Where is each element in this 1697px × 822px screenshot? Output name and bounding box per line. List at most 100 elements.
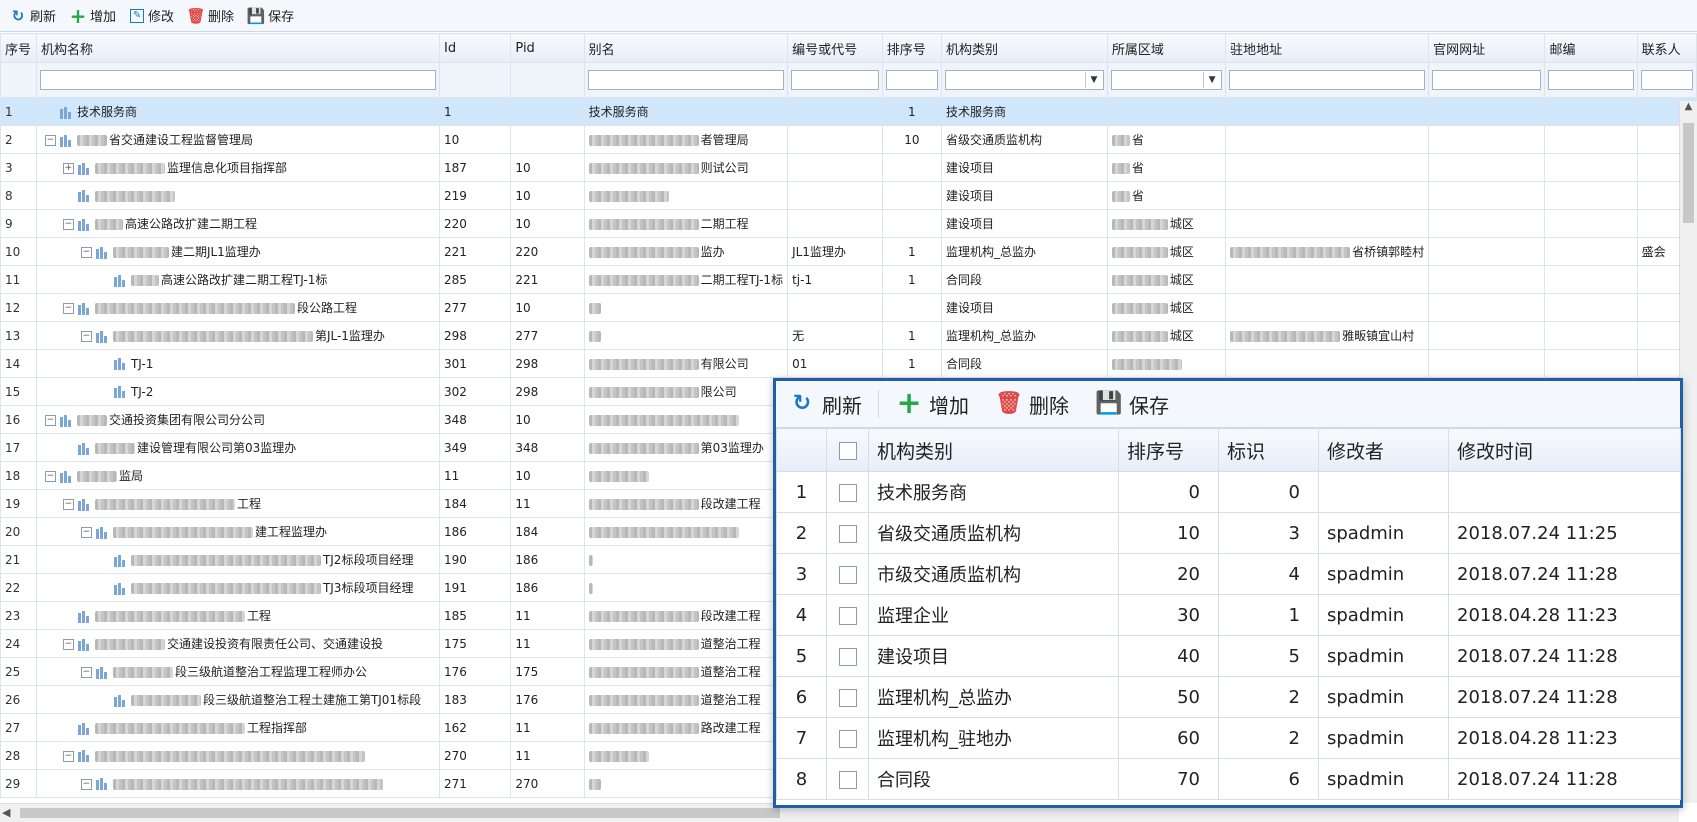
add-label: 增加 (90, 10, 117, 25)
scroll-left-icon[interactable]: ◀ (2, 804, 18, 822)
org-name: 建工程监理办 (254, 525, 327, 539)
table-row[interactable]: 11 高速公路改扩建二期工程TJ-1标 285 221 二期工程TJ-1标 tj-1 1 合同… (0, 265, 1697, 294)
column-header[interactable]: 编号或代号 (787, 33, 883, 63)
alias-filter-input[interactable] (587, 70, 785, 90)
column-header[interactable]: 驻地地址 (1225, 33, 1430, 63)
category-name-cell: 监理机构_总监办 (868, 676, 1119, 718)
alias-cell: 技术服务商 (583, 97, 789, 126)
website-filter-input[interactable] (1432, 70, 1542, 90)
column-header[interactable]: 官网网址 (1428, 33, 1546, 63)
add-button[interactable]: + 增加 (70, 6, 117, 26)
row-checkbox[interactable] (838, 729, 857, 748)
popup-save-button[interactable]: 💾 保存 (1095, 390, 1169, 419)
table-row[interactable]: 1 技术服务商 1 技术服务商 1 技术服务商 (0, 97, 1697, 126)
column-header[interactable]: 排序号 (881, 33, 942, 63)
collapse-icon[interactable]: − (62, 750, 74, 762)
name-filter-input[interactable] (39, 70, 437, 90)
column-header[interactable]: 别名 (583, 33, 789, 63)
column-header[interactable]: 联系人 (1636, 33, 1697, 63)
row-checkbox[interactable] (838, 688, 857, 707)
org-node-icon (59, 106, 74, 119)
expand-icon[interactable]: + (62, 163, 74, 174)
refresh-button[interactable]: ↻ 刷新 (10, 6, 56, 26)
collapse-icon[interactable]: − (80, 527, 92, 538)
table-row[interactable]: 14 TJ-1 301 298 有限公司 01 1 合同段 (0, 349, 1697, 378)
table-row[interactable]: 3 市级交通质监机构 20 4 spadmin 2018.07.24 11:28 (776, 553, 1681, 595)
category-filter-select[interactable]: ▼ (944, 70, 1104, 90)
row-checkbox[interactable] (838, 770, 857, 789)
redacted-text (1230, 331, 1341, 342)
contact-filter-input[interactable] (1640, 70, 1693, 90)
collapse-icon[interactable]: − (80, 778, 92, 790)
table-row[interactable]: 5 建设项目 40 5 spadmin 2018.07.24 11:28 (776, 635, 1681, 677)
column-header[interactable]: 机构名称 (35, 33, 441, 63)
select-all-checkbox[interactable] (838, 441, 857, 460)
address-filter-input[interactable] (1229, 70, 1426, 90)
column-header[interactable]: 机构类别 (868, 428, 1119, 472)
column-header[interactable]: 序号 (0, 33, 37, 63)
row-checkbox[interactable] (838, 565, 857, 584)
popup-refresh-button[interactable]: ↻ 刷新 (790, 390, 862, 419)
table-row[interactable]: 3 + 监理信息化项目指挥部 187 10 则试公司 建设项目 省 (0, 153, 1697, 182)
column-header[interactable]: 所属区域 (1106, 33, 1227, 63)
column-header[interactable]: 机构类别 (940, 33, 1108, 63)
region-text: 城区 (1169, 273, 1194, 287)
table-row[interactable]: 13 − 第JL-1监理办 298 277 无 1 监理机构_总监办 城区 雅畈镇宜山村 (0, 321, 1697, 350)
redacted-text (1111, 331, 1168, 342)
table-row[interactable]: 10 − 建二期JL1监理办 221 220 监办 JL1监理办 1 监理机构_总监办 城区 省桥镇… (0, 237, 1697, 266)
code-filter-input[interactable] (791, 70, 879, 90)
save-button[interactable]: 💾 保存 (247, 6, 294, 26)
collapse-icon[interactable]: − (62, 303, 74, 314)
code-cell: JL1监理办 (787, 237, 883, 266)
collapse-icon[interactable]: − (62, 499, 74, 510)
chevron-down-icon[interactable]: ▼ (1203, 72, 1220, 88)
column-header[interactable]: 修改时间 (1448, 428, 1681, 472)
column-header[interactable]: 标识 (1218, 428, 1319, 472)
scrollbar-thumb[interactable] (1683, 123, 1694, 223)
collapse-icon[interactable]: − (44, 135, 56, 146)
region-cell: 省 (1106, 153, 1227, 182)
sort-cell: 20 (1118, 553, 1219, 595)
checkbox-cell (826, 676, 869, 718)
row-checkbox[interactable] (838, 606, 857, 625)
column-header[interactable]: Pid (510, 33, 585, 63)
collapse-icon[interactable]: − (80, 667, 92, 678)
table-row[interactable]: 4 监理企业 30 1 spadmin 2018.04.28 11:23 (776, 594, 1681, 636)
table-row[interactable]: 1 技术服务商 0 0 (776, 471, 1681, 513)
delete-button[interactable]: 🗑 删除 (187, 6, 235, 26)
table-row[interactable]: 12 − 段公路工程 277 10 建设项目 城区 (0, 293, 1697, 322)
popup-add-button[interactable]: + 增加 (896, 389, 969, 419)
collapse-icon[interactable]: − (44, 415, 56, 426)
table-row[interactable]: 8 合同段 70 6 spadmin 2018.07.24 11:28 (776, 758, 1681, 800)
edit-button[interactable]: ✎ 修改 (130, 6, 174, 25)
table-row[interactable]: 2 省级交通质监机构 10 3 spadmin 2018.07.24 11:25 (776, 512, 1681, 554)
chevron-down-icon[interactable]: ▼ (1084, 72, 1102, 88)
table-row[interactable]: 8 219 10 建设项目 省 (0, 181, 1697, 210)
zip-cell (1544, 237, 1638, 266)
table-row[interactable]: 9 − 高速公路改扩建二期工程 220 10 二期工程 建设项目 城区 (0, 209, 1697, 238)
popup-delete-button[interactable]: 🗑 删除 (995, 390, 1069, 419)
org-name: 监理信息化项目指挥部 (166, 161, 287, 175)
collapse-icon[interactable]: − (80, 247, 92, 258)
table-row[interactable]: 6 监理机构_总监办 50 2 spadmin 2018.07.24 11:28 (776, 676, 1681, 718)
alias-text: 二期工程TJ-1标 (700, 273, 784, 287)
collapse-icon[interactable]: − (44, 471, 56, 482)
scroll-up-icon[interactable]: ▲ (1680, 101, 1697, 118)
collapse-icon[interactable]: − (62, 219, 74, 230)
scrollbar-thumb[interactable] (20, 808, 780, 818)
region-cell: 省 (1106, 181, 1227, 210)
collapse-icon[interactable]: − (80, 331, 92, 342)
row-checkbox[interactable] (838, 647, 857, 666)
column-header[interactable]: 邮编 (1544, 33, 1638, 63)
row-checkbox[interactable] (838, 524, 857, 543)
collapse-icon[interactable]: − (62, 639, 74, 650)
region-filter-select[interactable]: ▼ (1110, 70, 1223, 90)
row-checkbox[interactable] (838, 483, 857, 502)
zip-filter-input[interactable] (1548, 70, 1634, 90)
table-row[interactable]: 7 监理机构_驻地办 60 2 spadmin 2018.04.28 11:23 (776, 717, 1681, 759)
column-header[interactable]: Id (439, 33, 512, 63)
column-header[interactable]: 修改者 (1318, 428, 1449, 472)
sort-filter-input[interactable] (885, 70, 938, 90)
table-row[interactable]: 2− 省交通建设工程监督管理局 10 者管理局 10 省级交通质监机构省 (0, 125, 1697, 154)
column-header[interactable]: 排序号 (1118, 428, 1219, 472)
